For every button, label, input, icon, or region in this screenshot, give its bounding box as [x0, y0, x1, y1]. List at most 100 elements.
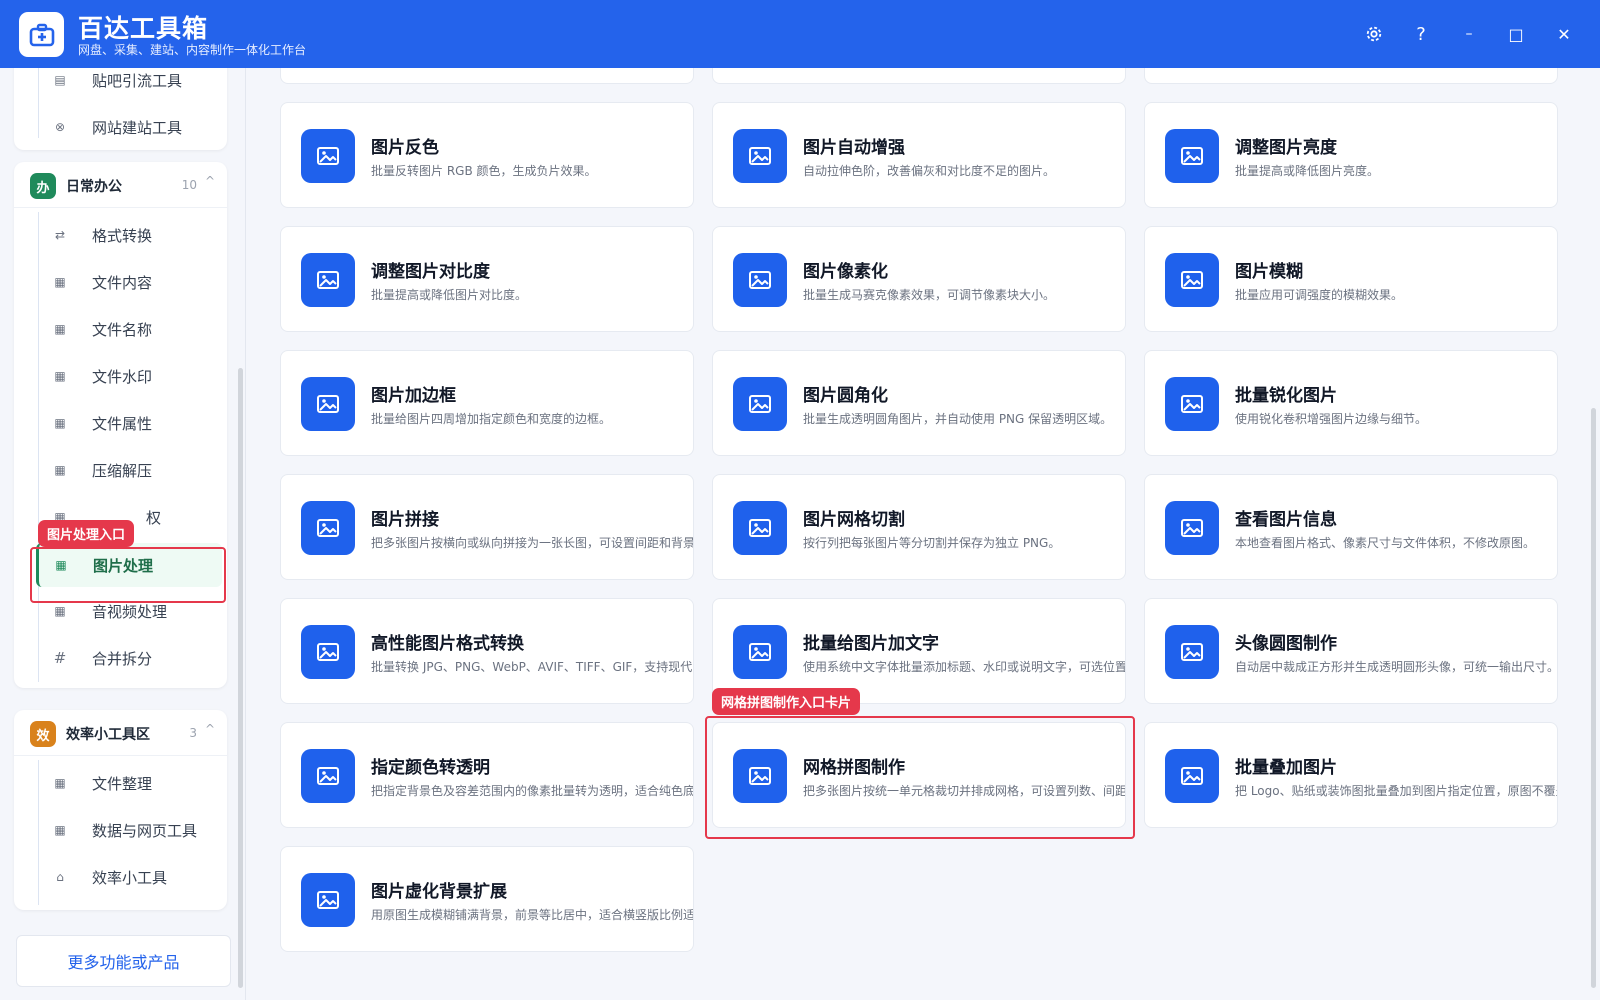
image-icon: [733, 129, 787, 183]
toolbox-icon: ⌂: [56, 870, 64, 884]
group-header[interactable]: 办 日常办公 10 ^: [14, 162, 227, 208]
image-icon: [733, 625, 787, 679]
grid-icon: ▦: [54, 275, 66, 289]
annotation-box-card: [705, 716, 1135, 839]
card-description: 自动居中裁成正方形并生成透明圆形头像，可统一输出尺寸。: [1235, 660, 1558, 674]
globe-icon: ⊗: [54, 120, 66, 134]
tool-card[interactable]: 图片拼接 把多张图片按横向或纵向拼接为一张长图，可设置间距和背景色。: [280, 474, 694, 580]
sidebar-group-office: 办 日常办公 10 ^ ⇄ 格式转换 ▦ 文件内容 ▦ 文件名称 ▦ 文件水印 …: [14, 162, 227, 688]
tool-card-hidden[interactable]: [712, 68, 1126, 84]
tool-card[interactable]: 调整图片对比度 批量提高或降低图片对比度。: [280, 226, 694, 332]
card-description: 批量生成透明圆角图片，并自动使用 PNG 保留透明区域。: [803, 412, 1113, 426]
toolbox-icon: [19, 12, 64, 57]
main-scrollbar[interactable]: [1591, 408, 1596, 988]
sidebar-item-file-name[interactable]: ▦ 文件名称: [38, 307, 226, 351]
sidebar-item-merge-split[interactable]: # 合并拆分: [38, 636, 226, 680]
grid-icon: ▦: [54, 823, 66, 837]
sidebar-item-file-watermark[interactable]: ▦ 文件水印: [38, 354, 226, 398]
group-header[interactable]: 效 效率小工具区 3 ^: [14, 710, 227, 756]
image-icon: [1165, 625, 1219, 679]
image-icon: [733, 377, 787, 431]
sidebar-item-file-properties[interactable]: ▦ 文件属性: [38, 401, 226, 445]
tool-card[interactable]: 指定颜色转透明 把指定背景色及容差范围内的像素批量转为透明，适合纯色底素材: [280, 722, 694, 828]
app-title: 百达工具箱: [78, 14, 209, 43]
tool-card[interactable]: 图片网格切割 按行列把每张图片等分切割并保存为独立 PNG。: [712, 474, 1126, 580]
card-title: 图片反色: [371, 138, 439, 158]
tool-card[interactable]: 批量叠加图片把 Logo、贴纸或装饰图批量叠加到图片指定位置，原图不覆盖。: [1144, 722, 1558, 828]
card-description: 本地查看图片格式、像素尺寸与文件体积，不修改原图。: [1235, 536, 1536, 550]
tool-card-hidden[interactable]: [280, 68, 694, 84]
group-title: 日常办公: [66, 179, 122, 195]
gear-icon: [1366, 26, 1382, 42]
card-description: 批量应用可调强度的模糊效果。: [1235, 288, 1404, 302]
tool-card[interactable]: 图片加边框 批量给图片四周增加指定颜色和宽度的边框。: [280, 350, 694, 456]
tool-card[interactable]: 批量锐化图片 使用锐化卷积增强图片边缘与细节。: [1144, 350, 1558, 456]
card-title: 图片圆角化: [803, 386, 888, 406]
annotation-tag-sidebar: 图片处理入口: [38, 520, 135, 547]
grid-icon: ▦: [54, 416, 66, 430]
image-icon: [1165, 377, 1219, 431]
sidebar-item-format-convert[interactable]: ⇄ 格式转换: [38, 213, 226, 257]
card-description: 批量提高或降低图片亮度。: [1235, 164, 1380, 178]
tool-card[interactable]: 头像圆图制作 自动居中裁成正方形并生成透明圆形头像，可统一输出尺寸。: [1144, 598, 1558, 704]
more-features-button[interactable]: 更多功能或产品: [16, 935, 231, 987]
card-description: 批量提高或降低图片对比度。: [371, 288, 528, 302]
group-count: 3: [189, 726, 197, 740]
tool-card[interactable]: 图片模糊 批量应用可调强度的模糊效果。: [1144, 226, 1558, 332]
group-badge: 效: [30, 721, 56, 747]
image-icon: [301, 749, 355, 803]
card-title: 调整图片亮度: [1235, 138, 1337, 158]
sidebar-item-efficiency-tools[interactable]: ⌂ 效率小工具: [38, 855, 226, 899]
tool-grid: 图片反色 批量反转图片 RGB 颜色，生成负片效果。 图片自动增强 自动拉伸色阶，改善…: [246, 68, 1600, 1000]
tool-card[interactable]: 图片自动增强自动拉伸色阶，改善偏灰和对比度不足的图片。: [712, 102, 1126, 208]
image-icon: [301, 501, 355, 555]
help-button[interactable]: ?: [1407, 20, 1435, 48]
tool-card[interactable]: 查看图片信息本地查看图片格式、像素尺寸与文件体积，不修改原图。: [1144, 474, 1558, 580]
group-count: 10: [181, 178, 197, 192]
sidebar-group-efficiency: 效 效率小工具区 3 ^ ▦ 文件整理 ▦ 数据与网页工具 ⌂ 效率小工具: [14, 710, 227, 910]
tool-card[interactable]: 图片圆角化批量生成透明圆角图片，并自动使用 PNG 保留透明区域。: [712, 350, 1126, 456]
card-description: 用原图生成模糊铺满背景，前景等比居中，适合横竖版比例适配。: [371, 908, 694, 922]
image-icon: [301, 377, 355, 431]
annotation-tag-card: 网格拼图制作入口卡片: [712, 688, 861, 715]
card-description: 使用系统中文字体批量添加标题、水印或说明文字，可选位置、字: [803, 660, 1126, 674]
card-title: 指定颜色转透明: [371, 758, 490, 778]
minimize-button[interactable]: –: [1455, 20, 1483, 48]
app-subtitle: 网盘、采集、建站、内容制作一体化工作台: [78, 43, 307, 57]
sidebar-item-tieba[interactable]: ▤ 贴吧引流工具: [38, 68, 226, 102]
sidebar-item-compress[interactable]: ▦ 压缩解压: [38, 448, 226, 492]
chevron-up-icon[interactable]: ^: [205, 174, 215, 188]
card-description: 自动拉伸色阶，改善偏灰和对比度不足的图片。: [803, 164, 1056, 178]
chevron-up-icon[interactable]: ^: [205, 722, 215, 736]
card-title: 图片像素化: [803, 262, 888, 282]
card-title: 批量锐化图片: [1235, 386, 1337, 406]
card-title: 批量给图片加文字: [803, 634, 939, 654]
card-title: 查看图片信息: [1235, 510, 1337, 530]
sidebar-item-file-organize[interactable]: ▦ 文件整理: [38, 761, 226, 805]
tool-card[interactable]: 图片虚化背景扩展 用原图生成模糊铺满背景，前景等比居中，适合横竖版比例适配。: [280, 846, 694, 952]
grid-icon: ▦: [54, 604, 66, 618]
group-title: 效率小工具区: [66, 727, 150, 743]
tool-card[interactable]: 高性能图片格式转换 批量转换 JPG、PNG、WebP、AVIF、TIFF、GIF…: [280, 598, 694, 704]
sidebar-scrollbar[interactable]: [238, 368, 243, 988]
settings-button[interactable]: [1360, 20, 1388, 48]
card-title: 图片网格切割: [803, 510, 905, 530]
tool-card[interactable]: 调整图片亮度批量提高或降低图片亮度。: [1144, 102, 1558, 208]
card-description: 批量转换 JPG、PNG、WebP、AVIF、TIFF、GIF，支持现代图片: [371, 660, 694, 674]
close-button[interactable]: ✕: [1550, 20, 1578, 48]
tool-card[interactable]: 图片反色批量反转图片 RGB 颜色，生成负片效果。: [280, 102, 694, 208]
tool-card-hidden[interactable]: [1144, 68, 1558, 84]
card-title: 图片拼接: [371, 510, 439, 530]
maximize-button[interactable]: □: [1502, 20, 1530, 48]
tool-card[interactable]: 图片像素化 批量生成马赛克像素效果，可调节像素块大小。: [712, 226, 1126, 332]
image-icon: [1165, 253, 1219, 307]
group-badge: 办: [30, 173, 56, 199]
image-icon: [301, 253, 355, 307]
card-description: 批量反转图片 RGB 颜色，生成负片效果。: [371, 164, 597, 178]
doc-icon: ▤: [54, 73, 66, 87]
sidebar-item-website-builder[interactable]: ⊗ 网站建站工具: [38, 105, 226, 149]
image-icon: [733, 501, 787, 555]
card-title: 图片自动增强: [803, 138, 905, 158]
sidebar-item-data-web[interactable]: ▦ 数据与网页工具: [38, 808, 226, 852]
sidebar-item-file-content[interactable]: ▦ 文件内容: [38, 260, 226, 304]
